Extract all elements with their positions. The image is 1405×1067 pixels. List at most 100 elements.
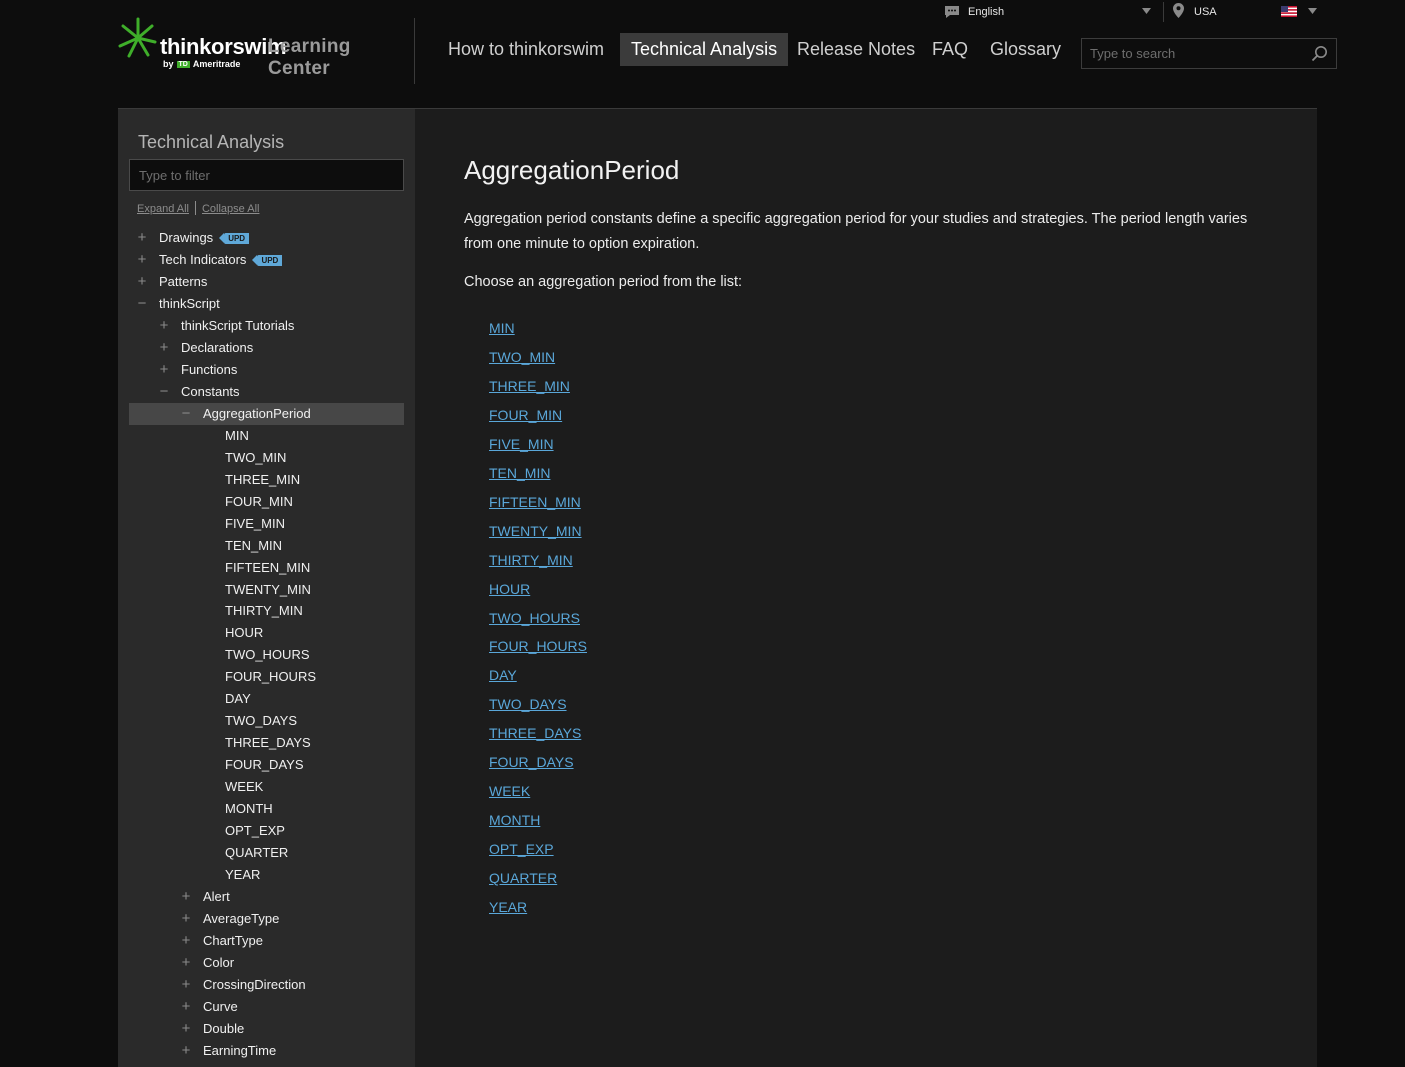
us-flag-icon[interactable] (1281, 6, 1297, 17)
tree-item-label: TWO_HOURS (225, 647, 310, 663)
tree-item-day[interactable]: DAY (129, 688, 404, 710)
expand-plus-icon[interactable]: + (136, 227, 148, 249)
tree-item-alert[interactable]: + Alert (129, 886, 404, 908)
tree-item-curve[interactable]: + Curve (129, 996, 404, 1018)
tree-item-hour[interactable]: HOUR (129, 622, 404, 644)
tree-item-color[interactable]: + Color (129, 952, 404, 974)
nav-faq[interactable]: FAQ (921, 33, 979, 66)
expand-plus-icon[interactable]: + (158, 315, 170, 337)
nav-release-notes[interactable]: Release Notes (786, 33, 926, 66)
language-selector[interactable]: English (968, 6, 1004, 18)
period-link-thirty-min[interactable]: THIRTY_MIN (489, 552, 573, 568)
tree-item-month[interactable]: MONTH (129, 798, 404, 820)
expand-plus-icon[interactable]: + (180, 974, 192, 996)
tree-item-min[interactable]: MIN (129, 425, 404, 447)
tree-item-two-days[interactable]: TWO_DAYS (129, 710, 404, 732)
expand-plus-icon[interactable]: + (180, 886, 192, 908)
tree-item-four-min[interactable]: FOUR_MIN (129, 491, 404, 513)
tree-item-two-min[interactable]: TWO_MIN (129, 447, 404, 469)
tree-item-drawings[interactable]: + Drawings UPD (129, 227, 404, 249)
tree-item-label: Tech Indicators (159, 251, 247, 267)
period-link-twenty-min[interactable]: TWENTY_MIN (489, 523, 582, 539)
tree-item-label: THREE_DAYS (225, 735, 311, 751)
tree-item-averagetype[interactable]: + AverageType (129, 908, 404, 930)
period-link-quarter[interactable]: QUARTER (489, 870, 557, 886)
tree-item-twenty-min[interactable]: TWENTY_MIN (129, 579, 404, 601)
nav-glossary[interactable]: Glossary (979, 33, 1072, 66)
expand-plus-icon[interactable]: + (158, 337, 170, 359)
tree-item-ten-min[interactable]: TEN_MIN (129, 535, 404, 557)
period-link-five-min[interactable]: FIVE_MIN (489, 436, 554, 452)
tree-item-declarations[interactable]: + Declarations (129, 337, 404, 359)
tree-item-patterns[interactable]: + Patterns (129, 271, 404, 293)
period-link-opt-exp[interactable]: OPT_EXP (489, 841, 554, 857)
thinkorswim-logo[interactable]: thinkorswim Learning Center by TD Ameritra… (118, 16, 408, 79)
period-link-four-days[interactable]: FOUR_DAYS (489, 754, 574, 770)
expand-plus-icon[interactable]: + (180, 952, 192, 974)
tree-item-quarter[interactable]: QUARTER (129, 842, 404, 864)
period-link-year[interactable]: YEAR (489, 899, 527, 915)
tree-item-fifteen-min[interactable]: FIFTEEN_MIN (129, 557, 404, 579)
tree-item-crossingdirection[interactable]: + CrossingDirection (129, 974, 404, 996)
period-link-two-min[interactable]: TWO_MIN (489, 349, 555, 365)
period-link-ten-min[interactable]: TEN_MIN (489, 465, 550, 481)
period-link-hour[interactable]: HOUR (489, 581, 530, 597)
collapse-all-link[interactable]: Collapse All (202, 203, 259, 215)
collapse-minus-icon[interactable]: − (180, 403, 192, 425)
brand-subtitle: Learning Center (268, 36, 351, 79)
expand-plus-icon[interactable]: + (180, 1040, 192, 1062)
tree-item-earningtime[interactable]: + EarningTime (129, 1040, 404, 1062)
tree-item-four-hours[interactable]: FOUR_HOURS (129, 666, 404, 688)
period-link-four-min[interactable]: FOUR_MIN (489, 407, 562, 423)
tree-item-tech-indicators[interactable]: + Tech Indicators UPD (129, 249, 404, 271)
collapse-minus-icon[interactable]: − (136, 293, 148, 315)
period-link-fifteen-min[interactable]: FIFTEEN_MIN (489, 494, 581, 510)
expand-plus-icon[interactable]: + (180, 930, 192, 952)
search-icon[interactable] (1311, 45, 1328, 62)
expand-all-link[interactable]: Expand All (137, 203, 189, 215)
site-search (1081, 38, 1337, 69)
period-link-two-hours[interactable]: TWO_HOURS (489, 610, 580, 626)
tree-item-four-days[interactable]: FOUR_DAYS (129, 754, 404, 776)
period-link-two-days[interactable]: TWO_DAYS (489, 696, 567, 712)
period-link-week[interactable]: WEEK (489, 783, 530, 799)
tree-item-five-min[interactable]: FIVE_MIN (129, 513, 404, 535)
tree-item-year[interactable]: YEAR (129, 864, 404, 886)
intro-paragraph: Aggregation period constants define a sp… (464, 211, 1248, 252)
expand-plus-icon[interactable]: + (180, 1018, 192, 1040)
tree-item-constants[interactable]: − Constants (129, 381, 404, 403)
period-link-month[interactable]: MONTH (489, 812, 540, 828)
tree-item-opt-exp[interactable]: OPT_EXP (129, 820, 404, 842)
period-link-min[interactable]: MIN (489, 320, 515, 336)
expand-plus-icon[interactable]: + (136, 271, 148, 293)
expand-plus-icon[interactable]: + (136, 249, 148, 271)
chevron-down-icon[interactable] (1142, 8, 1151, 14)
collapse-minus-icon[interactable]: − (158, 381, 170, 403)
search-input[interactable] (1082, 39, 1318, 68)
expand-plus-icon[interactable]: + (180, 908, 192, 930)
tree-item-label-wrap: AverageType (203, 908, 279, 930)
tree-item-double[interactable]: + Double (129, 1018, 404, 1040)
filter-input[interactable] (130, 160, 403, 190)
tree-item-three-days[interactable]: THREE_DAYS (129, 732, 404, 754)
sidebar-title: Technical Analysis (138, 132, 285, 152)
tree-item-charttype[interactable]: + ChartType (129, 930, 404, 952)
tree-item-week[interactable]: WEEK (129, 776, 404, 798)
period-link-three-days[interactable]: THREE_DAYS (489, 725, 581, 741)
tree-item-thinkscript-tutorials[interactable]: + thinkScript Tutorials (129, 315, 404, 337)
expand-plus-icon[interactable]: + (158, 359, 170, 381)
tree-item-thirty-min[interactable]: THIRTY_MIN (129, 600, 404, 622)
tree-item-three-min[interactable]: THREE_MIN (129, 469, 404, 491)
tree-item-two-hours[interactable]: TWO_HOURS (129, 644, 404, 666)
tree-item-functions[interactable]: + Functions (129, 359, 404, 381)
chevron-down-icon[interactable] (1308, 8, 1317, 14)
period-link-four-hours[interactable]: FOUR_HOURS (489, 638, 587, 654)
region-selector[interactable]: USA (1194, 6, 1217, 18)
tree-item-aggregationperiod[interactable]: − AggregationPeriod (129, 402, 404, 425)
nav-technical-analysis[interactable]: Technical Analysis (620, 33, 789, 66)
tree-item-thinkscript[interactable]: − thinkScript (129, 293, 404, 315)
period-link-day[interactable]: DAY (489, 667, 517, 683)
period-link-three-min[interactable]: THREE_MIN (489, 378, 570, 394)
expand-plus-icon[interactable]: + (180, 996, 192, 1018)
nav-how-to-thinkorswim[interactable]: How to thinkorswim (437, 33, 615, 66)
